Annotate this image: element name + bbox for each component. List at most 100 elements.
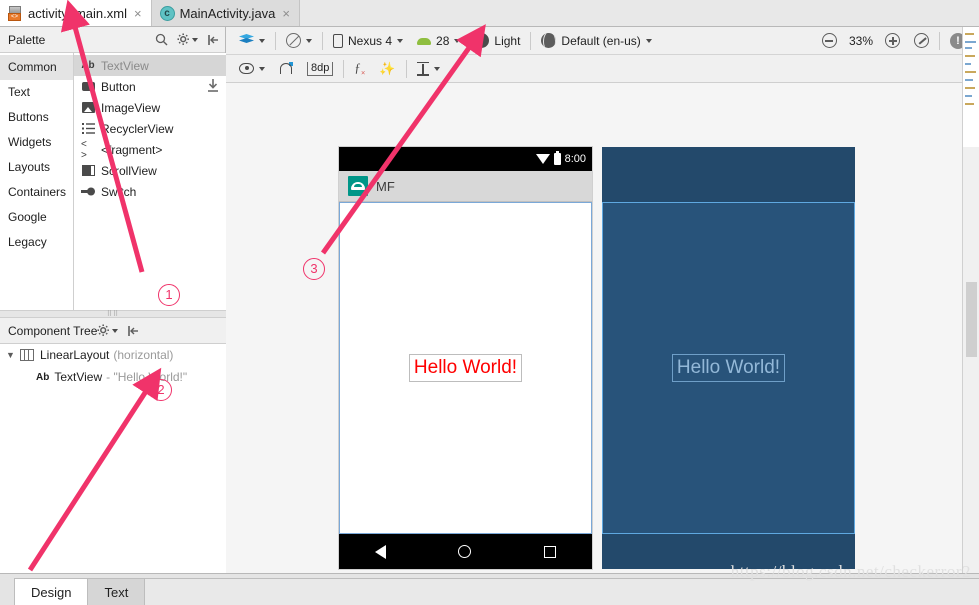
back-icon (375, 545, 386, 559)
tree-node-detail: (horizontal) (113, 348, 173, 362)
toolbar-separator (939, 32, 940, 50)
palette-category-buttons[interactable]: Buttons (0, 105, 73, 130)
blueprint-preview[interactable]: Hello World! (602, 147, 855, 569)
orientation-selector[interactable] (279, 30, 319, 52)
chevron-down-icon[interactable] (112, 329, 118, 333)
palette-item-label: Switch (101, 185, 136, 199)
design-canvas[interactable]: 8:00 MF Hello World! He (226, 84, 979, 573)
home-icon (458, 545, 471, 558)
component-tree-header: Component Tree (0, 318, 226, 344)
chevron-down-icon[interactable] (259, 39, 265, 43)
tree-node-textview[interactable]: Ab TextView - "Hello World!" (0, 366, 226, 388)
chevron-down-icon[interactable] (259, 67, 265, 71)
wifi-icon (536, 154, 550, 164)
annotation-number-1: 1 (158, 284, 180, 306)
default-margin-selector[interactable]: 8dp (300, 58, 340, 80)
palette-item-imageview[interactable]: ImageView (74, 97, 226, 118)
chevron-down-icon[interactable] (306, 39, 312, 43)
image-icon (81, 102, 95, 114)
device-label: Nexus 4 (348, 34, 392, 48)
default-margin-label: 8dp (307, 62, 333, 76)
tree-node-label: TextView (54, 370, 102, 384)
theme-selector[interactable]: Light (467, 30, 527, 52)
panel-splitter[interactable]: ⠿⠿ (0, 310, 226, 318)
tab-text[interactable]: Text (88, 578, 145, 605)
palette-category-list: Common Text Buttons Widgets Layouts Cont… (0, 53, 74, 310)
palette-item-switch[interactable]: Switch (74, 181, 226, 202)
scroll-icon (81, 165, 95, 177)
theme-icon (474, 33, 489, 48)
palette-category-text[interactable]: Text (0, 80, 73, 105)
zoom-in-button[interactable] (878, 30, 907, 52)
locale-selector[interactable]: Default (en-us) (534, 30, 658, 52)
palette-category-google[interactable]: Google (0, 205, 73, 230)
search-icon[interactable] (155, 33, 168, 46)
autoconnect-toggle[interactable] (272, 58, 300, 80)
palette-item-fragment[interactable]: < > <fragment> (74, 139, 226, 160)
palette-header: Palette (0, 27, 225, 53)
collapse-icon[interactable] (207, 34, 219, 46)
ab-text-icon: Ab (81, 60, 95, 72)
palette-item-label: Button (101, 80, 136, 94)
infer-constraints-button[interactable]: ✨ (372, 58, 402, 80)
tree-node-detail: - "Hello World!" (106, 370, 187, 384)
palette-item-label: <fragment> (101, 143, 162, 157)
close-icon[interactable]: × (282, 6, 290, 21)
gear-icon[interactable] (177, 33, 198, 46)
download-icon[interactable] (207, 79, 219, 95)
design-toolbar-primary: Nexus 4 28 Light Default (en-us) (226, 27, 979, 55)
xml-file-icon: <> (8, 6, 23, 21)
gear-icon[interactable] (97, 324, 118, 337)
device-navigation-bar (339, 534, 592, 569)
list-icon (81, 123, 95, 135)
zoom-fit-button[interactable] (907, 30, 936, 52)
palette-title: Palette (8, 33, 155, 47)
textview-hello-world[interactable]: Hello World! (409, 354, 522, 382)
zoom-out-button[interactable] (815, 30, 844, 52)
expander-icon[interactable]: ▼ (6, 350, 20, 360)
tab-design[interactable]: Design (14, 578, 88, 605)
tree-node-linearlayout[interactable]: ▼ LinearLayout (horizontal) (0, 344, 226, 366)
palette-item-list: Ab TextView Button ImageView RecyclerVie… (74, 53, 226, 310)
zoom-level-label: 33% (844, 34, 878, 48)
code-minimap[interactable] (963, 27, 979, 147)
clear-constraints-button[interactable]: ƒ× (347, 58, 372, 80)
palette-item-scrollview[interactable]: ScrollView (74, 160, 226, 181)
blueprint-content-area[interactable]: Hello World! (602, 202, 855, 534)
close-icon[interactable]: × (134, 6, 142, 21)
editor-tab-activity-main-xml[interactable]: <> activity_main.xml × (0, 0, 152, 26)
editor-tab-bar: <> activity_main.xml × c MainActivity.ja… (0, 0, 979, 27)
palette-category-layouts[interactable]: Layouts (0, 155, 73, 180)
palette-category-containers[interactable]: Containers (0, 180, 73, 205)
device-preview[interactable]: 8:00 MF Hello World! (339, 147, 592, 569)
device-selector[interactable]: Nexus 4 (326, 30, 410, 52)
recents-icon (544, 546, 556, 558)
palette-category-legacy[interactable]: Legacy (0, 230, 73, 255)
api-level-selector[interactable]: 28 (410, 30, 467, 52)
chevron-down-icon[interactable] (454, 39, 460, 43)
chevron-down-icon[interactable] (192, 38, 198, 42)
palette-category-widgets[interactable]: Widgets (0, 130, 73, 155)
scrollbar-thumb[interactable] (966, 282, 977, 357)
device-content-area[interactable]: Hello World! (339, 202, 592, 534)
align-button[interactable] (410, 58, 447, 80)
view-options-button[interactable] (232, 58, 272, 80)
editor-tab-mainactivity-java[interactable]: c MainActivity.java × (152, 0, 300, 26)
chevron-down-icon[interactable] (434, 67, 440, 71)
design-mode-selector[interactable] (232, 30, 272, 52)
palette-item-recyclerview[interactable]: RecyclerView (74, 118, 226, 139)
layers-icon (239, 34, 254, 47)
palette-category-common[interactable]: Common (0, 55, 73, 80)
palette-item-label: ImageView (101, 101, 160, 115)
palette-item-button[interactable]: Button (74, 76, 226, 97)
blueprint-textview-hello-world[interactable]: Hello World! (672, 354, 785, 382)
chevron-down-icon[interactable] (646, 39, 652, 43)
collapse-icon[interactable] (127, 325, 139, 337)
magnet-off-icon (279, 62, 293, 76)
palette-item-textview[interactable]: Ab TextView (74, 55, 226, 76)
toolbar-separator (530, 32, 531, 50)
palette-item-label: ScrollView (101, 164, 157, 178)
device-status-bar: 8:00 (339, 147, 592, 171)
chevron-down-icon[interactable] (397, 39, 403, 43)
status-time: 8:00 (565, 153, 586, 165)
